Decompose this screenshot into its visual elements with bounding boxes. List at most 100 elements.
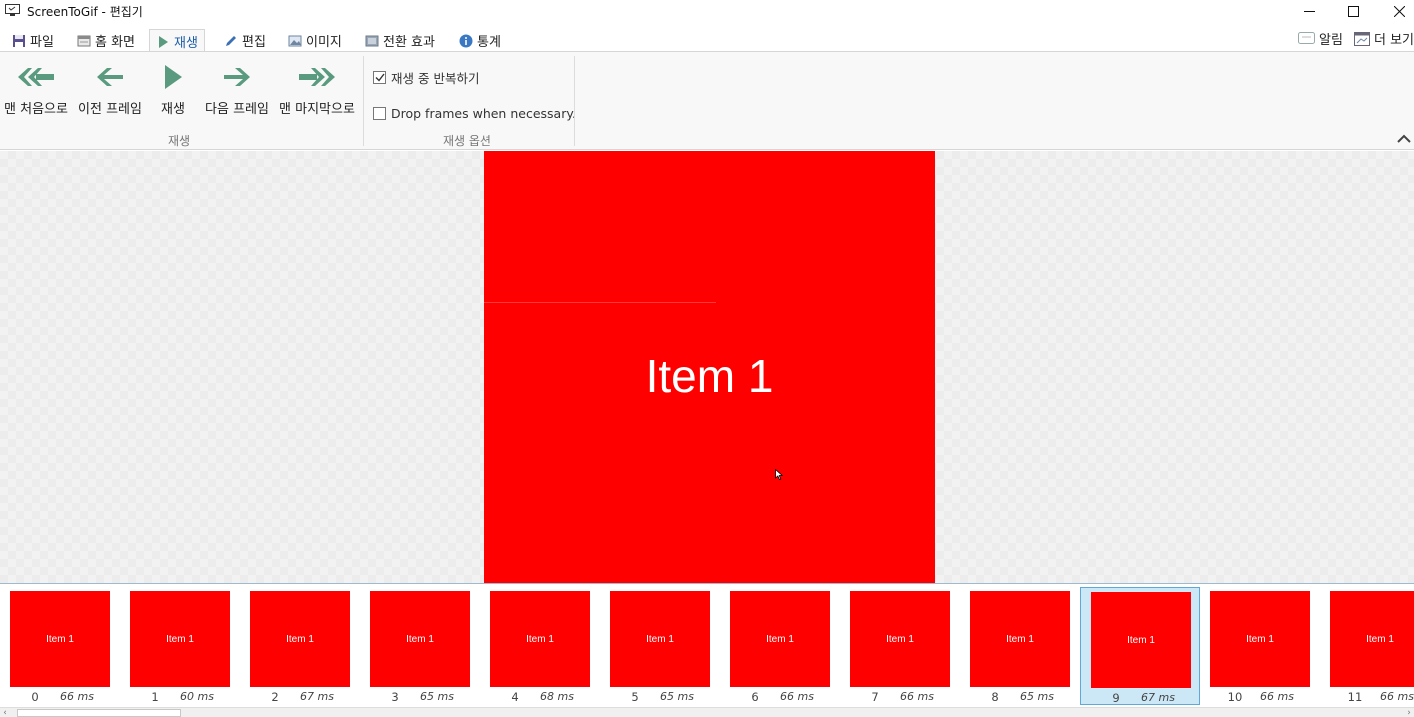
frame-thumbnail-text: Item 1 <box>526 634 554 645</box>
info-icon <box>459 34 473 47</box>
arrow-left-icon <box>97 68 123 86</box>
frame-duration: 66 ms <box>780 690 814 703</box>
frame-index: 3 <box>391 690 399 704</box>
frame-thumbnail[interactable]: Item 1 6 66 ms <box>720 587 840 705</box>
frame-index: 1 <box>151 690 159 704</box>
frame-duration: 60 ms <box>180 690 214 703</box>
frame-thumbnail[interactable]: Item 1 1 60 ms <box>120 587 240 705</box>
tab-image[interactable]: 이미지 <box>282 29 348 52</box>
scroll-right-icon[interactable]: › <box>1404 708 1414 717</box>
frame-thumbnail-text: Item 1 <box>1127 635 1155 646</box>
play-icon <box>159 35 168 48</box>
frame-thumbnail[interactable]: Item 1 4 68 ms <box>480 587 600 705</box>
frame-thumbnail-text: Item 1 <box>46 634 74 645</box>
frame-thumbnail[interactable]: Item 1 7 66 ms <box>840 587 960 705</box>
frame-thumbnail-image: Item 1 <box>850 591 950 687</box>
loop-playback-checkbox[interactable]: 재생 중 반복하기 <box>373 68 479 87</box>
frame-index: 2 <box>271 690 279 704</box>
frame-text: Item 1 <box>645 350 774 402</box>
frame-thumbnail-image: Item 1 <box>10 591 110 687</box>
frame-thumbnail-text: Item 1 <box>1246 634 1274 645</box>
arrow-right-icon <box>224 68 250 86</box>
frame-thumbnail-image: Item 1 <box>1330 591 1414 687</box>
frame-index: 7 <box>871 690 879 704</box>
tab-playback[interactable]: 재생 <box>149 29 205 53</box>
frame-thumbnail[interactable]: Item 1 3 65 ms <box>360 587 480 705</box>
frame-duration: 66 ms <box>900 690 934 703</box>
last-frame-button[interactable]: 맨 마지막으로 <box>276 60 358 117</box>
mouse-cursor-icon <box>775 469 783 480</box>
frame-duration: 66 ms <box>1260 690 1294 703</box>
play-icon <box>165 65 182 89</box>
scrollbar-thumb[interactable] <box>17 709 181 717</box>
ribbon-panel: 맨 처음으로 이전 프레임 재생 다음 프레임 맨 마지막으로 재생 재생 중 … <box>0 51 1414 150</box>
frame-thumbnail[interactable]: Item 1 2 67 ms <box>240 587 360 705</box>
horizontal-scrollbar[interactable]: ‹ › <box>0 707 1414 717</box>
notifications-button[interactable]: 알림 <box>1298 29 1343 48</box>
frame-list[interactable]: Item 1 0 66 ms Item 1 1 60 ms Item 1 2 67 ms Item… <box>0 583 1414 707</box>
tab-statistics[interactable]: 통계 <box>453 29 507 52</box>
frame-index: 9 <box>1112 691 1120 705</box>
frame-thumbnail[interactable]: Item 1 8 65 ms <box>960 587 1080 705</box>
image-icon <box>288 35 302 46</box>
next-frame-button[interactable]: 다음 프레임 <box>203 60 271 117</box>
frame-thumbnail-image: Item 1 <box>610 591 710 687</box>
frame-thumbnail-image: Item 1 <box>730 591 830 687</box>
play-button[interactable]: 재생 <box>158 60 188 117</box>
frame-duration: 65 ms <box>420 690 454 703</box>
first-frame-button[interactable]: 맨 처음으로 <box>2 60 70 117</box>
frame-thumbnail[interactable]: Item 1 11 66 ms <box>1320 587 1414 705</box>
frame-index: 8 <box>991 690 999 704</box>
playback-group-label: 재생 <box>168 134 191 148</box>
previous-frame-button[interactable]: 이전 프레임 <box>76 60 144 117</box>
notification-icon <box>1298 32 1315 44</box>
frame-thumbnail-image: Item 1 <box>370 591 470 687</box>
frame-thumbnail[interactable]: Item 1 9 67 ms <box>1080 587 1200 705</box>
frame-thumbnail-text: Item 1 <box>766 634 794 645</box>
frame-duration: 68 ms <box>540 690 574 703</box>
current-frame-preview: Item 1 <box>484 151 935 583</box>
maximize-icon <box>1347 5 1359 17</box>
group-divider <box>363 56 364 146</box>
pencil-icon <box>226 35 236 46</box>
tab-file[interactable]: 파일 <box>6 29 60 52</box>
tab-transitions[interactable]: 전환 효과 <box>359 29 441 52</box>
frame-duration: 65 ms <box>1020 690 1054 703</box>
tab-edit[interactable]: 편집 <box>218 29 272 52</box>
home-screen-icon <box>77 35 91 46</box>
frame-duration: 66 ms <box>1380 690 1414 703</box>
frame-thumbnail-image: Item 1 <box>970 591 1070 687</box>
group-divider <box>574 56 575 146</box>
frame-thumbnail-text: Item 1 <box>406 634 434 645</box>
tab-home[interactable]: 홈 화면 <box>71 29 141 52</box>
frame-index: 6 <box>751 690 759 704</box>
more-button[interactable]: 더 보기 <box>1354 29 1414 48</box>
frame-thumbnail-text: Item 1 <box>166 634 194 645</box>
frame-index: 4 <box>511 690 519 704</box>
frame-thumbnail-image: Item 1 <box>1210 591 1310 687</box>
double-arrow-left-icon <box>18 68 54 86</box>
frame-thumbnail-image: Item 1 <box>130 591 230 687</box>
frame-thumbnail-image: Item 1 <box>490 591 590 687</box>
frame-thumbnail[interactable]: Item 1 5 65 ms <box>600 587 720 705</box>
close-icon <box>1393 5 1405 17</box>
frame-thumbnail[interactable]: Item 1 10 66 ms <box>1200 587 1320 705</box>
minimize-button[interactable] <box>1286 0 1332 22</box>
close-button[interactable] <box>1376 0 1414 22</box>
frame-thumbnail[interactable]: Item 1 0 66 ms <box>0 587 120 705</box>
frame-canvas: Item 1 <box>0 151 1414 583</box>
frame-duration: 66 ms <box>60 690 94 703</box>
double-arrow-right-icon <box>299 68 335 86</box>
drop-frames-checkbox[interactable]: Drop frames when necessary. <box>373 106 576 121</box>
collapse-ribbon-icon[interactable] <box>1397 134 1411 144</box>
scroll-left-icon[interactable]: ‹ <box>0 708 10 717</box>
checkbox-box <box>373 107 386 120</box>
frame-thumbnail-text: Item 1 <box>1006 634 1034 645</box>
frame-index: 10 <box>1227 690 1243 704</box>
frame-thumbnail-text: Item 1 <box>286 634 314 645</box>
maximize-button[interactable] <box>1330 0 1376 22</box>
frame-duration: 67 ms <box>1141 691 1175 704</box>
frame-thumbnail-text: Item 1 <box>646 634 674 645</box>
window-title: ScreenToGif - 편집기 <box>27 5 143 19</box>
checkmark-icon <box>375 73 385 82</box>
